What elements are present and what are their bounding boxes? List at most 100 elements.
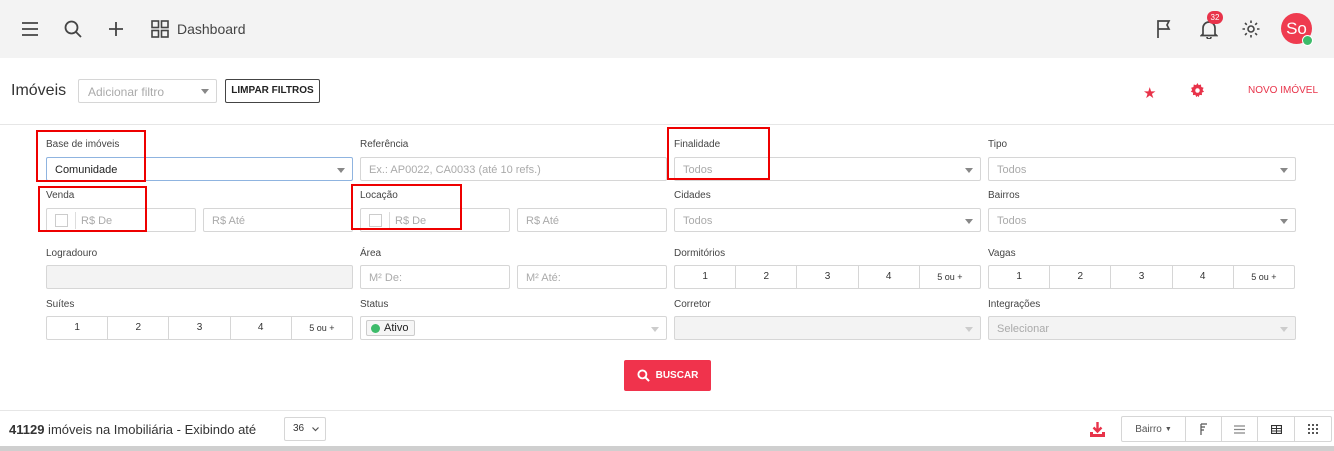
grid-view-icon[interactable] — [1295, 417, 1331, 441]
dormitorios-option[interactable]: 1 — [675, 266, 737, 288]
vagas-group: 1 2 3 4 5 ou + — [988, 265, 1295, 289]
dormitorios-option[interactable]: 4 — [859, 266, 920, 288]
search-button[interactable]: BUSCAR — [624, 360, 711, 391]
per-page-select[interactable]: 36 — [284, 417, 326, 441]
logradouro-input[interactable] — [46, 265, 353, 289]
cidades-label: Cidades — [674, 190, 711, 201]
chevron-down-icon — [965, 168, 973, 173]
annotation-box-finalidade — [667, 127, 770, 180]
suites-option[interactable]: 2 — [108, 317, 170, 339]
sort-select[interactable]: Bairro ▼ — [1122, 417, 1186, 441]
search-button-label: BUSCAR — [655, 370, 699, 381]
chevron-down-icon — [651, 327, 659, 332]
flag-icon[interactable] — [1153, 17, 1177, 41]
dormitorios-option[interactable]: 2 — [736, 266, 798, 288]
bottom-scrollbar — [0, 446, 1334, 451]
tipo-select[interactable]: Todos — [988, 157, 1296, 181]
dashboard-link[interactable]: Dashboard — [177, 21, 246, 37]
area-from-placeholder: M² De: — [369, 272, 402, 284]
status-label: Status — [360, 299, 389, 310]
vagas-option[interactable]: 5 ou + — [1234, 266, 1294, 288]
vagas-option[interactable]: 3 — [1111, 266, 1173, 288]
result-count-text: imóveis na Imobiliária - Exibindo até — [44, 422, 257, 437]
referencia-input[interactable]: Ex.: AP0022, CA0033 (até 10 refs.) — [360, 157, 667, 181]
chevron-down-icon — [337, 168, 345, 173]
chevron-down-icon — [965, 219, 973, 224]
config-gear-icon[interactable] — [1190, 83, 1205, 101]
per-page-value: 36 — [293, 423, 305, 434]
online-status-dot — [1302, 35, 1313, 46]
tipo-label: Tipo — [988, 139, 1008, 150]
chevron-down-icon — [965, 327, 973, 332]
integracoes-select[interactable]: Selecionar — [988, 316, 1296, 340]
chevron-down-icon — [312, 427, 319, 432]
clear-filters-button[interactable]: LIMPAR FILTROS — [225, 79, 320, 103]
annotation-box-base — [36, 130, 146, 182]
status-select[interactable]: Ativo — [360, 316, 667, 340]
suites-option[interactable]: 5 ou + — [292, 317, 352, 339]
page-title: Imóveis — [11, 82, 67, 99]
map-pin-view-icon[interactable] — [1186, 417, 1222, 441]
vagas-option[interactable]: 4 — [1173, 266, 1234, 288]
settings-gear-icon[interactable] — [1239, 17, 1263, 41]
suites-group: 1 2 3 4 5 ou + — [46, 316, 353, 340]
suites-label: Suítes — [46, 299, 75, 310]
cidades-select[interactable]: Todos — [674, 208, 981, 232]
search-icon — [637, 369, 650, 382]
cidades-placeholder: Todos — [683, 215, 713, 227]
bairros-label: Bairros — [988, 190, 1020, 201]
suites-option[interactable]: 4 — [231, 317, 292, 339]
chevron-down-icon — [1280, 327, 1288, 332]
vagas-label: Vagas — [988, 248, 1016, 259]
referencia-label: Referência — [360, 139, 409, 150]
dashboard-grid-icon[interactable] — [148, 17, 172, 41]
integracoes-placeholder: Selecionar — [997, 323, 1049, 335]
status-tag[interactable]: Ativo — [366, 320, 416, 336]
dormitorios-option[interactable]: 3 — [797, 266, 859, 288]
vagas-option[interactable]: 2 — [1050, 266, 1112, 288]
venda-to-input[interactable]: R$ Até — [203, 208, 353, 232]
area-to-input[interactable]: M² Até: — [517, 265, 667, 289]
bairros-select[interactable]: Todos — [988, 208, 1296, 232]
table-view-icon[interactable] — [1258, 417, 1295, 441]
result-count-number: 41129 — [9, 422, 45, 437]
status-value: Ativo — [384, 322, 409, 334]
view-options: Bairro ▼ — [1121, 416, 1332, 442]
referencia-placeholder: Ex.: AP0022, CA0033 (até 10 refs.) — [369, 164, 541, 176]
integracoes-label: Integrações — [988, 299, 1041, 310]
chevron-down-icon — [1280, 168, 1288, 173]
logradouro-label: Logradouro — [46, 248, 98, 259]
locacao-to-input[interactable]: R$ Até — [517, 208, 667, 232]
new-property-link[interactable]: NOVO IMÓVEL — [1248, 85, 1318, 96]
list-view-icon[interactable] — [1222, 417, 1258, 441]
menu-icon[interactable] — [18, 17, 42, 41]
vagas-option[interactable]: 1 — [989, 266, 1051, 288]
download-icon[interactable] — [1089, 421, 1106, 441]
corretor-select[interactable] — [674, 316, 981, 340]
dormitorios-label: Dormitórios — [674, 248, 726, 259]
area-from-input[interactable]: M² De: — [360, 265, 510, 289]
chevron-down-icon — [1280, 219, 1288, 224]
sort-value: Bairro — [1135, 423, 1162, 435]
add-filter-select[interactable]: Adicionar filtro — [78, 79, 217, 103]
tipo-placeholder: Todos — [997, 164, 1027, 176]
suites-option[interactable]: 3 — [169, 317, 231, 339]
star-icon[interactable]: ★ — [1143, 84, 1156, 102]
notification-badge: 32 — [1207, 11, 1223, 24]
dormitorios-option[interactable]: 5 ou + — [920, 266, 980, 288]
suites-option[interactable]: 1 — [47, 317, 109, 339]
chevron-down-icon — [201, 89, 209, 94]
venda-to-placeholder: R$ Até — [212, 215, 246, 227]
locacao-to-placeholder: R$ Até — [526, 215, 560, 227]
dormitorios-group: 1 2 3 4 5 ou + — [674, 265, 981, 289]
annotation-box-venda — [38, 186, 147, 232]
caret-down-icon: ▼ — [1164, 425, 1172, 433]
area-label: Área — [360, 248, 382, 259]
bairros-placeholder: Todos — [997, 215, 1027, 227]
plus-icon[interactable] — [104, 17, 128, 41]
result-count: 41129 imóveis na Imobiliária - Exibindo … — [9, 422, 256, 437]
annotation-box-locacao — [351, 184, 462, 230]
area-to-placeholder: M² Até: — [526, 272, 561, 284]
add-filter-placeholder: Adicionar filtro — [88, 85, 165, 99]
search-icon[interactable] — [61, 17, 85, 41]
